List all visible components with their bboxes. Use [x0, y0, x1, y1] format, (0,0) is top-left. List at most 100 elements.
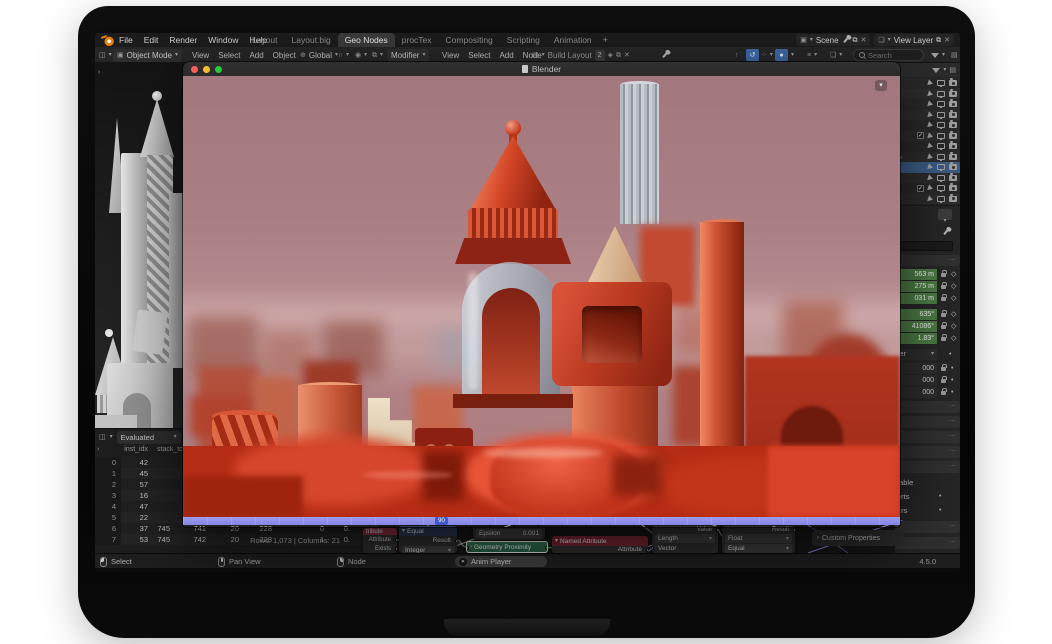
outliner-row[interactable] — [895, 78, 960, 89]
transform-field-keyed[interactable]: 275 m — [895, 281, 937, 292]
selectable-cursor-icon[interactable] — [927, 90, 934, 97]
viewport-visibility-icon[interactable] — [937, 154, 945, 160]
selectable-cursor-icon[interactable] — [927, 174, 934, 181]
transform-field-keyed[interactable]: 41086° — [895, 321, 937, 332]
outliner-row[interactable]: ≈ — [895, 162, 960, 173]
viewport-menu-add[interactable]: Add — [249, 51, 263, 60]
menu-render[interactable]: Render — [169, 35, 197, 45]
outliner-row[interactable]: ∿ — [895, 152, 960, 163]
new-view-layer-icon[interactable]: ⧉ — [936, 37, 941, 44]
snap-toggle[interactable]: ∩▾ — [338, 47, 349, 63]
lock-icon[interactable] — [941, 273, 946, 277]
checkbox[interactable]: ✓ — [917, 185, 924, 192]
editor-type-selector[interactable]: ◫▾ — [99, 47, 112, 63]
selectable-cursor-icon[interactable] — [927, 185, 934, 192]
lock-icon[interactable] — [941, 391, 946, 395]
animate-dot-icon[interactable]: • — [939, 493, 941, 500]
orientation-selector[interactable]: ⊕ Global ▾ — [300, 47, 338, 63]
node-tree-selector[interactable]: ▤▾ Build Layout 2 ◈ ⧉ ✕ — [532, 47, 630, 63]
mode-selector[interactable]: ▣ Object Mode ▾ — [113, 47, 182, 63]
user-count-badge[interactable]: 2 — [595, 50, 605, 61]
pin-toggle[interactable] — [661, 47, 669, 63]
keyframe-diamond-icon[interactable]: ◇ — [951, 295, 956, 302]
render-window[interactable]: Blender — [183, 62, 900, 527]
tab-geo-nodes[interactable]: Geo Nodes — [338, 33, 395, 47]
node-compare-float[interactable]: Result Float ▾ Equal ▾ — [722, 526, 795, 553]
menu-window[interactable]: Window — [208, 35, 238, 45]
filter-type-selector[interactable]: ❏▾ — [830, 47, 842, 63]
render-visibility-icon[interactable] — [949, 143, 957, 149]
socket-dot-teal[interactable] — [646, 548, 648, 552]
epsilon-field[interactable]: Epsilon 0.001 — [476, 529, 542, 538]
lock-icon[interactable] — [941, 325, 946, 329]
transform-field[interactable]: 000 — [895, 387, 937, 398]
node-named-attribute-fragment[interactable]: tribute Attribute Exists — [363, 528, 397, 553]
node-context-selector[interactable]: Modifier ▾ — [387, 47, 429, 63]
viewport-visibility-icon[interactable] — [937, 112, 945, 118]
lock-icon[interactable] — [941, 313, 946, 317]
search-input[interactable] — [868, 51, 918, 60]
socket-dot-gray[interactable] — [716, 528, 718, 532]
node-menu-select[interactable]: Select — [468, 51, 490, 60]
render-visibility-icon[interactable] — [949, 164, 957, 170]
selectable-cursor-icon[interactable] — [927, 111, 934, 118]
selectable-cursor-icon[interactable] — [927, 101, 934, 108]
lock-icon[interactable] — [941, 367, 946, 371]
column-header-inst-idx[interactable]: inst_idx — [115, 446, 148, 453]
outliner-row[interactable] — [895, 110, 960, 121]
keyframe-diamond-icon[interactable]: ◇ — [951, 311, 956, 318]
playback-timeline[interactable]: 90 — [183, 517, 900, 525]
animate-dot-icon[interactable]: • — [951, 389, 953, 396]
tab-layout[interactable]: Layout — [245, 33, 285, 47]
grid-snap-selector[interactable]: ⁘▾ — [761, 47, 773, 63]
overlay-selector[interactable]: ●▾ — [775, 47, 794, 63]
transform-field-keyed[interactable]: 635° — [895, 309, 937, 320]
display-mode-selector[interactable]: ≡▾ — [807, 47, 817, 63]
viewport-visibility-icon[interactable] — [937, 196, 945, 202]
tab-scripting[interactable]: Scripting — [500, 33, 547, 47]
keyframe-diamond-icon[interactable]: ◇ — [951, 323, 956, 330]
panel-section[interactable] — [895, 461, 960, 473]
data-source-icon[interactable]: ◫ — [99, 434, 106, 441]
fake-user-shield-icon[interactable]: ◈ — [608, 52, 613, 59]
viewport-visibility-icon[interactable] — [937, 101, 945, 107]
socket-dot-green[interactable] — [545, 546, 548, 550]
render-visibility-icon[interactable] — [949, 154, 957, 160]
panel-section[interactable] — [895, 401, 960, 413]
outliner-row[interactable]: ✓ — [895, 131, 960, 142]
zoom-traffic-light[interactable] — [215, 66, 222, 73]
node-menu-add[interactable]: Add — [499, 51, 513, 60]
menu-edit[interactable]: Edit — [144, 35, 159, 45]
viewport-visibility-icon[interactable] — [937, 122, 945, 128]
render-visibility-icon[interactable] — [949, 185, 957, 191]
viewport-menu-select[interactable]: Select — [218, 51, 240, 60]
lock-icon[interactable] — [941, 285, 946, 289]
render-visibility-icon[interactable] — [949, 112, 957, 118]
add-workspace-button[interactable]: + — [603, 35, 608, 45]
outliner-row[interactable] — [895, 99, 960, 110]
viewport-visibility-icon[interactable] — [937, 133, 945, 139]
render-visibility-icon[interactable] — [949, 80, 957, 86]
lock-icon[interactable] — [941, 379, 946, 383]
viewport-visibility-icon[interactable] — [937, 164, 945, 170]
panel-section[interactable] — [895, 431, 960, 443]
panel-section[interactable] — [895, 416, 960, 428]
tab-compositing[interactable]: Compositing — [439, 33, 500, 47]
dataset-selector[interactable]: Evaluated ▾ — [117, 431, 181, 444]
panel-section[interactable] — [895, 255, 960, 266]
selectable-cursor-icon[interactable] — [927, 143, 934, 150]
node-editor-type[interactable]: ⧉▾ — [372, 47, 383, 63]
parent-snap-icon[interactable]: ↑ — [735, 47, 739, 63]
unlink-icon[interactable]: ✕ — [624, 52, 630, 59]
tab-animation[interactable]: Animation — [547, 33, 599, 47]
viewport-menu-object[interactable]: Object — [273, 51, 296, 60]
selectable-cursor-icon[interactable] — [927, 153, 934, 160]
proportional-editing-toggle[interactable]: ◉▾ — [355, 47, 367, 63]
new-scene-icon[interactable]: ⧉ — [853, 37, 858, 44]
tab-proctex[interactable]: procTex — [395, 33, 439, 47]
keyframe-diamond-icon[interactable]: ◇ — [951, 283, 956, 290]
viewport-visibility-icon[interactable] — [937, 91, 945, 97]
transform-field[interactable]: 000 — [895, 375, 937, 386]
outliner-row[interactable] — [895, 89, 960, 100]
custom-properties-panel[interactable]: › Custom Properties — [812, 530, 903, 546]
